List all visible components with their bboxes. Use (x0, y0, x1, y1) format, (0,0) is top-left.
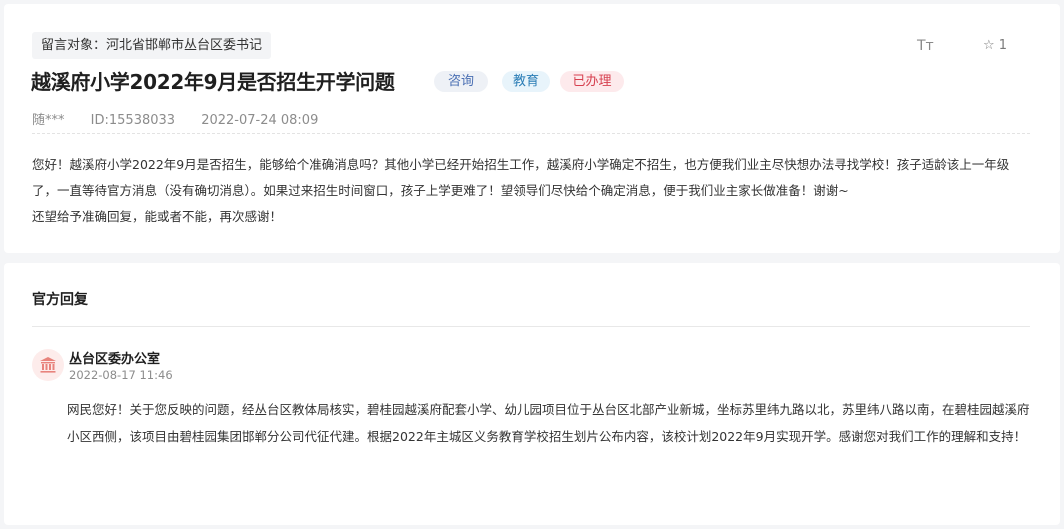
font-size-button[interactable]: Tт (917, 38, 934, 54)
message-paragraph: 您好！越溪府小学2022年9月是否招生，能够给个准确消息吗？其他小学已经开始招生… (32, 157, 1010, 198)
type-tag: 咨询 (434, 71, 488, 92)
star-icon: ☆ (983, 38, 995, 53)
page-title: 越溪府小学2022年9月是否招生开学问题 (31, 70, 395, 94)
status-badge: 已办理 (560, 71, 624, 92)
reply-heading: 官方回复 (32, 292, 88, 308)
divider (32, 326, 1030, 327)
favorite-count: 1 (998, 38, 1008, 53)
avatar (32, 349, 64, 381)
author-name: 随*** (32, 113, 65, 128)
government-building-icon (40, 357, 56, 373)
reply-datetime: 2022-08-17 11:46 (69, 368, 173, 382)
font-size-icon: Tт (917, 38, 934, 54)
message-card: 留言对象：河北省邯郸市丛台区委书记 越溪府小学2022年9月是否招生开学问题 咨… (4, 4, 1060, 253)
reply-org-name: 丛台区委办公室 (69, 352, 161, 367)
reply-content: 网民您好！关于您反映的问题，经丛台区教体局核实，碧桂园越溪府配套小学、幼儿园项目… (67, 402, 1030, 444)
message-content: 您好！越溪府小学2022年9月是否招生，能够给个准确消息吗？其他小学已经开始招生… (32, 152, 1032, 230)
message-meta: 随*** ID:15538033 2022-07-24 08:09 (32, 109, 340, 128)
category-tag: 教育 (502, 71, 550, 92)
message-target-label: 留言对象：河北省邯郸市丛台区委书记 (32, 32, 272, 59)
message-datetime: 2022-07-24 08:09 (201, 113, 319, 128)
message-id: ID:15538033 (90, 113, 176, 128)
favorite-button[interactable]: ☆ 1 (983, 38, 1007, 53)
divider (32, 133, 1030, 134)
message-paragraph: 还望给予准确回复，能或者不能，再次感谢！ (32, 209, 283, 224)
reply-card: 官方回复 丛台区委办公室 2022-08-17 11:46 网民您好！关于您反映… (4, 263, 1060, 525)
